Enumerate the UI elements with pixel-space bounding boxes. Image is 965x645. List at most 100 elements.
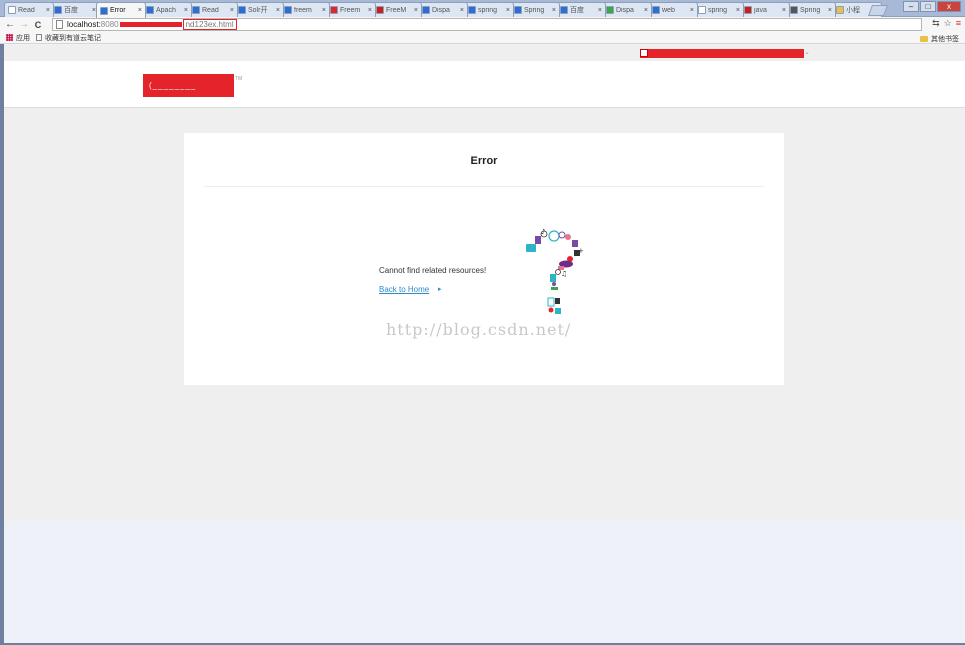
flag-icon [640, 49, 648, 57]
browser-tab[interactable]: 百度 × [556, 2, 606, 17]
tab-close-icon[interactable]: × [552, 7, 556, 14]
tab-close-icon[interactable]: × [276, 7, 280, 14]
browser-tab[interactable]: Spring × [786, 2, 836, 17]
tab-close-icon[interactable]: × [782, 7, 786, 14]
page-icon [56, 20, 63, 29]
maximize-button[interactable]: □ [920, 1, 936, 12]
tab-favicon-icon [422, 6, 430, 14]
browser-tab[interactable]: spring × [694, 2, 744, 17]
tab-label: 百度 [570, 7, 584, 14]
tab-favicon-icon [146, 6, 154, 14]
tab-close-icon[interactable]: × [230, 7, 234, 14]
browser-tab[interactable]: FreeM × [372, 2, 422, 17]
browser-tab[interactable]: java × [740, 2, 790, 17]
browser-tab[interactable]: spring × [464, 2, 514, 17]
tab-favicon-icon [100, 6, 108, 15]
browser-tab[interactable]: Read × [4, 2, 54, 17]
browser-tab[interactable]: freem × [280, 2, 330, 17]
tab-favicon-icon [790, 6, 798, 14]
tab-close-icon[interactable]: × [46, 7, 50, 14]
chevron-down-icon[interactable]: ⌄ [804, 48, 810, 56]
browser-tab[interactable]: Error × [96, 2, 146, 18]
browser-tab[interactable]: Solr开 × [234, 2, 284, 17]
divider [204, 186, 764, 187]
page-icon [36, 34, 42, 41]
bookmark-apps-label: 应用 [16, 34, 30, 42]
error-card: Error Cannot find related resources! Bac… [184, 133, 784, 385]
tab-favicon-icon [560, 6, 568, 14]
tab-close-icon[interactable]: × [322, 7, 326, 14]
tab-close-icon[interactable]: × [828, 7, 832, 14]
question-mark-illustration: ♪ + ♫ [526, 228, 584, 314]
tab-label: spring [708, 6, 728, 14]
browser-tab[interactable]: Dispa × [602, 2, 652, 17]
tab-favicon-icon [836, 6, 844, 14]
reload-button[interactable]: C [31, 18, 45, 32]
bookmark-apps[interactable]: 应用 [6, 33, 30, 43]
tab-favicon-icon [284, 6, 292, 14]
browser-tab[interactable]: Spring × [510, 2, 560, 17]
tab-label: FreeM [386, 6, 407, 14]
tab-label: java [754, 6, 767, 14]
minimize-button[interactable]: – [903, 1, 919, 12]
url-path: nd123ex.html [182, 19, 237, 30]
address-bar[interactable]: localhost: 8080 nd123ex.html [52, 18, 922, 31]
tab-close-icon[interactable]: × [138, 7, 142, 14]
tab-close-icon[interactable]: × [184, 7, 188, 14]
browser-toolbar: ← → C localhost: 8080 nd123ex.html ⇆ ☆ ≡ [0, 17, 965, 32]
topbar-redaction [640, 49, 804, 58]
tab-favicon-icon [744, 6, 752, 14]
tab-favicon-icon [330, 6, 338, 14]
logo-text: (________ [149, 81, 197, 90]
browser-tab[interactable]: web × [648, 2, 698, 17]
tab-label: web [662, 6, 675, 14]
translate-icon[interactable]: ⇆ [932, 18, 940, 29]
apps-grid-icon [6, 34, 13, 41]
site-logo[interactable]: (________ [143, 74, 234, 97]
tab-close-icon[interactable]: × [460, 7, 464, 14]
svg-text:♪: ♪ [541, 228, 545, 236]
tab-close-icon[interactable]: × [644, 7, 648, 14]
new-tab-button[interactable] [867, 5, 889, 16]
tab-label: spring [478, 6, 498, 14]
tab-label: Freem [340, 6, 361, 14]
question-mark-icons: ♪ + ♫ [526, 228, 584, 314]
tab-close-icon[interactable]: × [506, 7, 510, 14]
tab-label: Apach [156, 6, 176, 14]
forward-button[interactable]: → [17, 18, 31, 32]
tab-close-icon[interactable]: × [736, 7, 740, 14]
tab-label: Read [18, 6, 35, 14]
toolbar-actions: ⇆ ☆ ≡ [932, 18, 961, 29]
browser-tab[interactable]: 百度 × [50, 2, 100, 17]
browser-tab[interactable]: Apach × [142, 2, 192, 17]
window-controls: – □ x [903, 1, 961, 12]
tab-favicon-icon [376, 6, 384, 14]
back-button[interactable]: ← [3, 18, 17, 32]
svg-text:♫: ♫ [561, 270, 567, 278]
tab-close-icon[interactable]: × [414, 7, 418, 14]
bookmark-youdao[interactable]: 收藏到有道云笔记 [36, 33, 101, 43]
tab-label: Spring [524, 6, 545, 14]
logo-trademark: TM [235, 76, 243, 82]
site-header: (________ TM [4, 61, 965, 108]
menu-icon[interactable]: ≡ [956, 18, 961, 29]
tab-close-icon[interactable]: × [368, 7, 372, 14]
tab-close-icon[interactable]: × [598, 7, 602, 14]
tab-favicon-icon [698, 6, 706, 14]
tab-favicon-icon [468, 6, 476, 14]
back-to-home-link[interactable]: Back to Home [379, 285, 429, 294]
browser-tab[interactable]: Freem × [326, 2, 376, 17]
bookmark-other-label: 其他书签 [931, 36, 959, 43]
close-window-button[interactable]: x [937, 1, 961, 12]
error-message: Cannot find related resources! [379, 266, 487, 275]
tab-strip: 小程×Spring×java×spring×web×Dispa×百度×Sprin… [0, 0, 965, 18]
tab-favicon-icon [606, 6, 614, 14]
bookmark-other[interactable]: 其他书签 [920, 34, 959, 44]
star-icon[interactable]: ☆ [944, 18, 952, 29]
tab-favicon-icon [54, 6, 62, 14]
browser-tab[interactable]: Dispa × [418, 2, 468, 17]
tab-close-icon[interactable]: × [690, 7, 694, 14]
bookmark-youdao-label: 收藏到有道云笔记 [45, 34, 101, 42]
tab-favicon-icon [192, 6, 200, 14]
browser-tab[interactable]: Read × [188, 2, 238, 17]
